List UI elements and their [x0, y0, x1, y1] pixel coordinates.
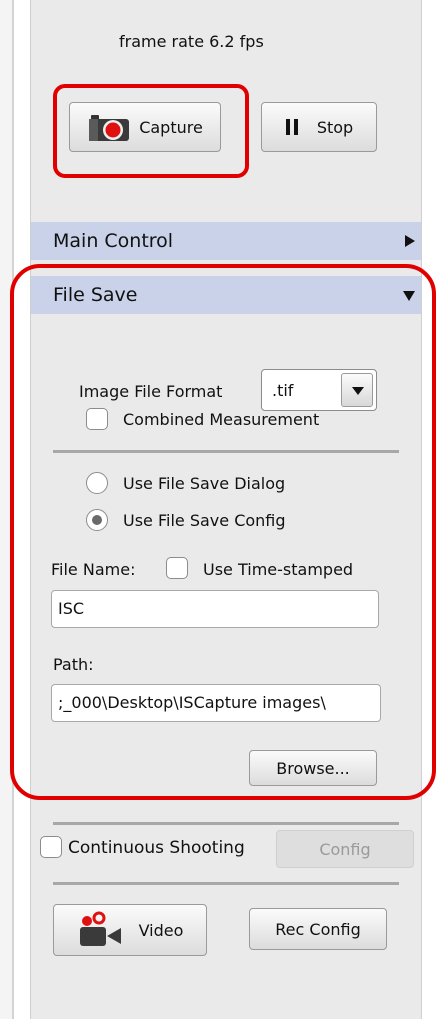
file-name-label: File Name:: [51, 560, 136, 579]
radio-dialog-label: Use File Save Dialog: [123, 474, 286, 493]
combined-measurement-checkbox[interactable]: [86, 408, 108, 430]
left-gutter: [0, 0, 14, 1019]
dropdown-button[interactable]: [341, 373, 373, 407]
video-button[interactable]: Video: [53, 904, 207, 956]
frame-rate-text: frame rate 6.2 fps: [119, 32, 264, 51]
divider: [53, 822, 399, 825]
use-timestamp-label: Use Time-stamped: [203, 560, 354, 579]
combined-measurement-label: Combined Measurement: [123, 410, 320, 429]
pause-icon: [285, 119, 298, 135]
radio-config-label: Use File Save Config: [123, 511, 286, 530]
browse-button[interactable]: Browse...: [249, 750, 377, 786]
stop-label: Stop: [316, 117, 354, 137]
stop-button[interactable]: Stop: [261, 102, 377, 152]
radio-use-file-save-config[interactable]: [86, 509, 108, 531]
divider: [53, 882, 399, 885]
use-timestamp-checkbox[interactable]: [166, 557, 188, 579]
main-control-header[interactable]: Main Control: [31, 222, 421, 260]
continuous-shooting-label: Continuous Shooting: [68, 838, 245, 858]
rec-config-button[interactable]: Rec Config: [249, 908, 387, 950]
chevron-down-icon: [352, 387, 364, 395]
path-label: Path:: [53, 655, 94, 674]
file-save-header[interactable]: File Save: [31, 276, 421, 314]
config-button[interactable]: Config: [276, 830, 414, 868]
capture-button[interactable]: Capture: [69, 102, 221, 152]
config-label: Config: [319, 839, 371, 859]
continuous-shooting-checkbox[interactable]: [40, 836, 62, 858]
camera-icon: [89, 115, 130, 141]
video-label: Video: [138, 920, 184, 940]
rec-config-label: Rec Config: [275, 919, 361, 939]
path-input[interactable]: ;_000\Desktop\ISCapture images\: [51, 684, 381, 722]
expand-arrow-icon: [405, 235, 415, 247]
collapse-arrow-icon: [403, 291, 415, 301]
file-save-label: File Save: [53, 284, 138, 306]
capture-label: Capture: [139, 117, 203, 137]
browse-label: Browse...: [276, 758, 350, 778]
radio-use-file-save-dialog[interactable]: [86, 472, 108, 494]
image-format-label: Image File Format: [79, 382, 223, 401]
divider: [53, 450, 399, 453]
video-camera-icon: [79, 911, 121, 946]
main-control-label: Main Control: [53, 230, 174, 252]
image-format-select[interactable]: .tif: [261, 369, 377, 411]
file-name-input[interactable]: ISC: [51, 590, 379, 628]
image-format-value: .tif: [272, 381, 294, 400]
radio-selected-dot: [92, 515, 102, 525]
